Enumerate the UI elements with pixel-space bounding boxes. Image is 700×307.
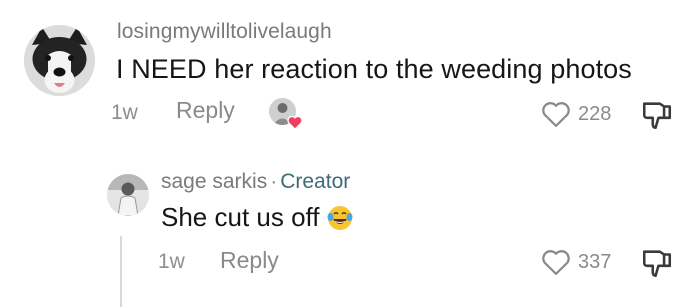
like-button[interactable]: 228 [541, 98, 611, 130]
reply-text: She cut us off [161, 202, 320, 232]
comment-username[interactable]: losingmywilltolivelaugh [117, 20, 332, 44]
thumbs-down-icon [642, 250, 672, 278]
creator-heart-badge-icon [287, 115, 303, 130]
person-avatar-icon [107, 174, 149, 216]
reply-text-line: She cut us off [161, 202, 354, 233]
heart-outline-icon [542, 102, 570, 127]
dislike-button[interactable] [639, 246, 675, 280]
thread-line [120, 236, 122, 307]
dislike-button[interactable] [639, 98, 675, 132]
creator-avatar[interactable] [107, 174, 149, 216]
heart-outline-icon [542, 250, 570, 275]
reply-username-line: sage sarkis · Creator [161, 170, 350, 194]
reply-button[interactable]: Reply [220, 247, 279, 274]
username-separator: · [270, 170, 278, 193]
reply-timestamp: 1w [158, 250, 185, 273]
creator-liked-badge [269, 98, 303, 132]
like-count: 337 [578, 250, 612, 273]
thumbs-down-icon [642, 102, 672, 130]
like-button[interactable]: 337 [541, 246, 611, 278]
reply-button[interactable]: Reply [176, 97, 235, 124]
laughing-tears-emoji-icon [327, 205, 353, 230]
husky-dog-avatar-icon [24, 25, 95, 96]
commenter-avatar[interactable] [24, 25, 95, 96]
comment-text: I NEED her reaction to the weeding photo… [116, 54, 632, 84]
comment-timestamp: 1w [111, 101, 138, 124]
reply-username[interactable]: sage sarkis [161, 170, 267, 193]
like-count: 228 [578, 102, 612, 125]
creator-badge: Creator [280, 170, 351, 193]
